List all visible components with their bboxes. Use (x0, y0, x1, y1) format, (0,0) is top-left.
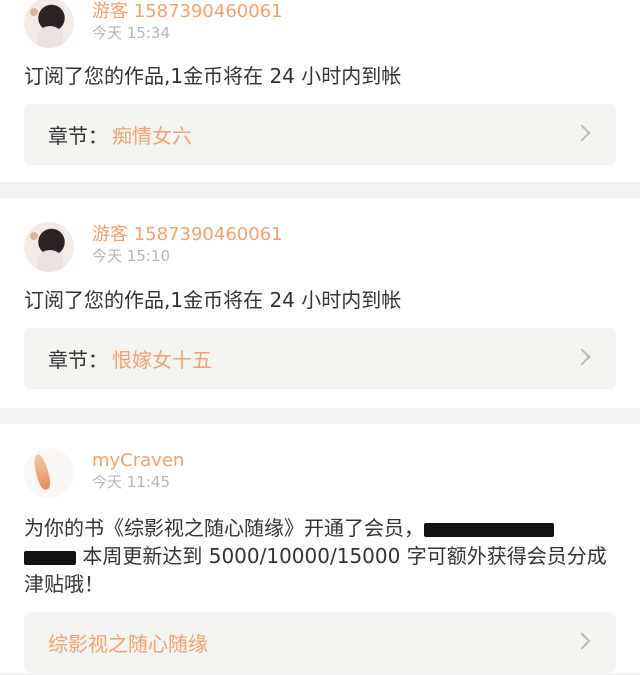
username[interactable]: myCraven (92, 450, 184, 472)
redaction-bar (424, 522, 554, 537)
notification-header: 游客 1587390460061 今天 15:10 (24, 222, 616, 272)
timestamp: 今天 11:45 (92, 473, 170, 491)
user-meta: 游客 1587390460061 今天 15:10 (92, 222, 283, 266)
chevron-right-icon (573, 632, 591, 650)
message-text: 本周更新达到 5000/10000/15000 字可额外获得会员分成津贴哦！ (24, 544, 607, 596)
notification-card[interactable]: 游客 1587390460061 今天 15:34 订阅了您的作品,1金币将在 … (0, 0, 640, 182)
notification-message: 订阅了您的作品,1金币将在 24 小时内到帐 (24, 64, 402, 88)
notification-header: myCraven 今天 11:45 (24, 448, 616, 498)
username[interactable]: 游客 1587390460061 (92, 224, 283, 246)
timestamp: 今天 15:10 (92, 247, 170, 265)
chapter-title: 痴情女六 (112, 124, 192, 148)
chevron-right-icon (573, 124, 591, 142)
chapter-title: 恨嫁女十五 (112, 348, 212, 372)
notification-feed: 游客 1587390460061 今天 15:34 订阅了您的作品,1金币将在 … (0, 0, 640, 673)
chapter-label: 章节： (48, 124, 108, 148)
chapter-label: 章节： (48, 348, 108, 372)
user-meta: myCraven 今天 11:45 (92, 448, 184, 492)
avatar[interactable] (24, 448, 74, 498)
chevron-right-icon (573, 348, 591, 366)
chapter-link[interactable]: 章节： 痴情女六 (24, 104, 616, 165)
divider (0, 408, 640, 424)
user-meta: 游客 1587390460061 今天 15:34 (92, 0, 283, 43)
notification-message: 订阅了您的作品,1金币将在 24 小时内到帐 (24, 288, 402, 312)
username[interactable]: 游客 1587390460061 (92, 1, 283, 23)
redaction-bar (24, 550, 76, 565)
notification-card[interactable]: myCraven 今天 11:45 为你的书《综影视之随心随缘》开通了会员， 本… (0, 424, 640, 673)
avatar[interactable] (24, 222, 74, 272)
avatar[interactable] (24, 0, 74, 48)
message-text: 为你的书《综影视之随心随缘》开通了会员， (24, 516, 424, 540)
divider (0, 182, 640, 198)
chapter-link[interactable]: 章节： 恨嫁女十五 (24, 328, 616, 389)
book-link[interactable]: 综影视之随心随缘 (24, 612, 616, 673)
notification-header: 游客 1587390460061 今天 15:34 (24, 0, 616, 48)
notification-message: 为你的书《综影视之随心随缘》开通了会员， 本周更新达到 5000/10000/1… (24, 514, 616, 598)
timestamp: 今天 15:34 (92, 24, 170, 42)
koi-fish-icon (31, 453, 53, 491)
book-title: 综影视之随心随缘 (48, 632, 208, 656)
notification-card[interactable]: 游客 1587390460061 今天 15:10 订阅了您的作品,1金币将在 … (0, 198, 640, 408)
